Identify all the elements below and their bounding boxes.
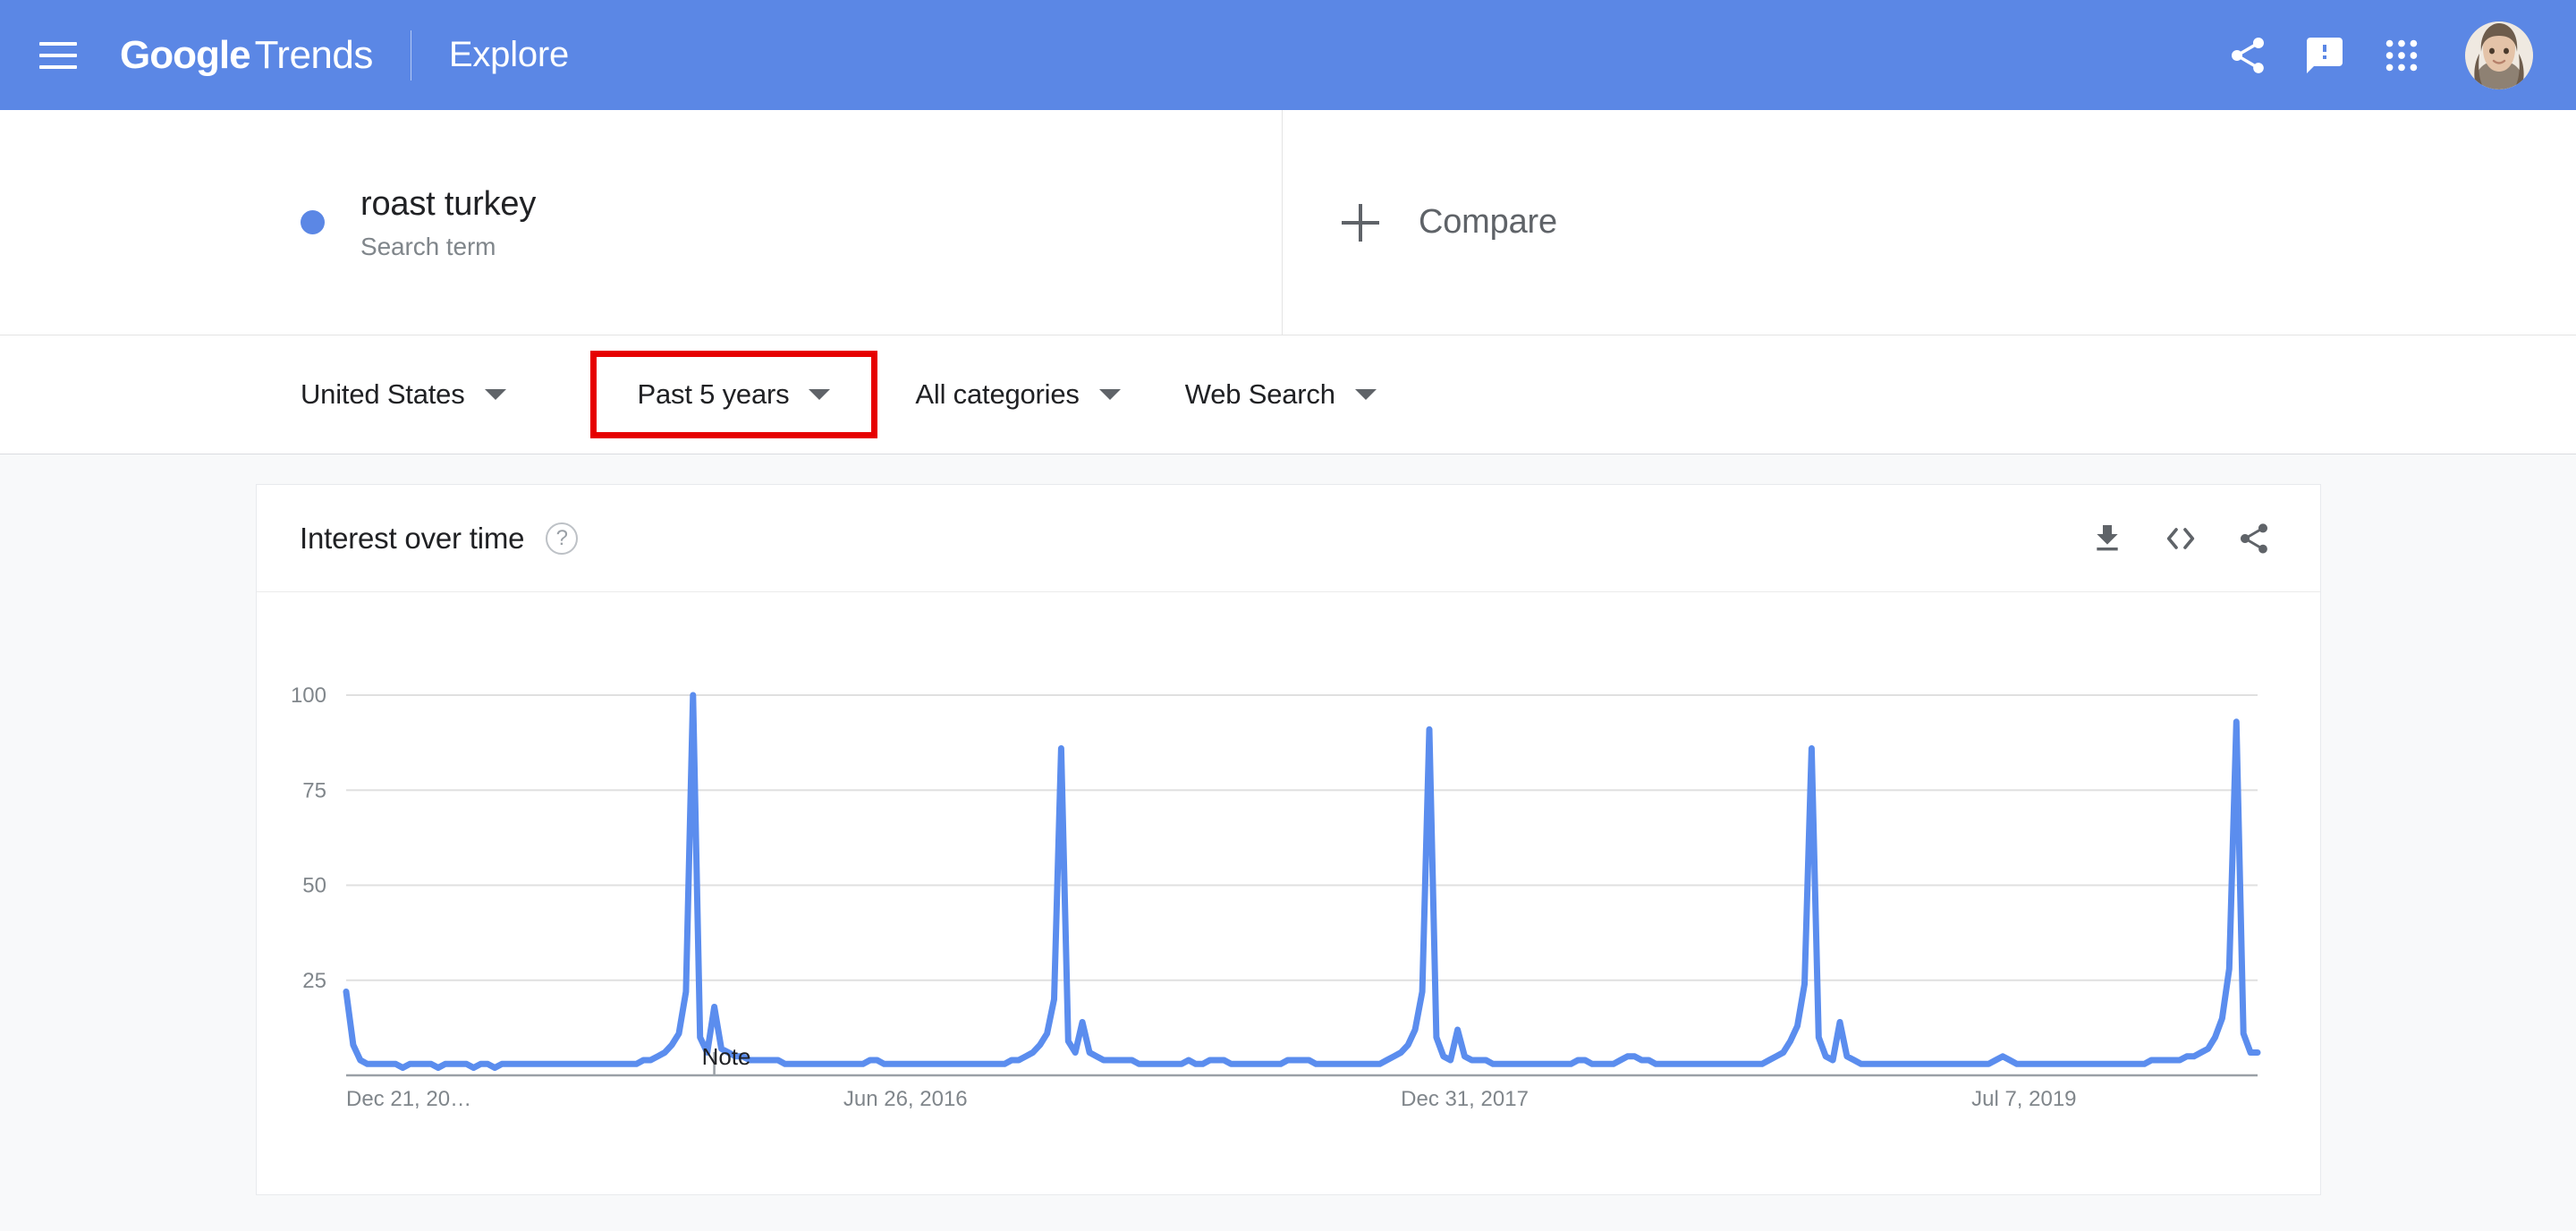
filter-search-type-label: Web Search	[1184, 378, 1335, 410]
chevron-down-icon	[484, 389, 506, 400]
page-body: Interest over time ? 100 75 50 25 Note D…	[0, 454, 2576, 1231]
embed-code-icon[interactable]	[2159, 517, 2202, 560]
filter-category-label: All categories	[915, 378, 1080, 410]
chart-canvas: 100 75 50 25 Note Dec 21, 20… Jun 26, 2016 Dec …	[291, 683, 2261, 1111]
plus-icon	[1342, 203, 1379, 242]
google-trends-logo[interactable]: Google Trends	[120, 32, 374, 77]
filter-search-type[interactable]: Web Search	[1185, 359, 1377, 430]
avatar[interactable]	[2458, 14, 2540, 97]
feedback-icon[interactable]	[2286, 17, 2363, 94]
card-actions	[2086, 517, 2275, 560]
brand-google-text: Google	[120, 32, 251, 77]
filter-location-label: United States	[301, 378, 465, 410]
search-term-chip[interactable]: roast turkey Search term	[256, 110, 1283, 335]
apps-grid-icon[interactable]	[2363, 17, 2440, 94]
share-icon[interactable]	[2233, 517, 2275, 560]
interest-over-time-chart[interactable]: 100 75 50 25 Note Dec 21, 20… Jun 26, 2016 Dec …	[257, 592, 2320, 1194]
chevron-down-icon	[1354, 389, 1377, 400]
top-app-bar: Google Trends Explore	[0, 0, 2576, 110]
filter-time-range[interactable]: Past 5 years	[589, 351, 878, 438]
y-axis-tick-label: 25	[302, 969, 326, 993]
y-axis-tick-label: 50	[302, 874, 326, 898]
hamburger-menu-icon[interactable]	[39, 35, 80, 76]
y-axis-tick-label: 75	[302, 778, 326, 802]
filter-location[interactable]: United States	[301, 359, 506, 430]
chevron-down-icon	[809, 389, 831, 400]
download-icon[interactable]	[2086, 517, 2129, 560]
filter-time-range-label: Past 5 years	[637, 378, 790, 410]
explore-link[interactable]: Explore	[449, 35, 569, 75]
search-term-type: Search term	[360, 233, 496, 261]
chart-series-line	[343, 692, 2261, 1071]
interest-over-time-card: Interest over time ? 100 75 50 25 Note D…	[256, 484, 2321, 1195]
search-term-label: roast turkey	[360, 184, 537, 223]
card-title: Interest over time	[300, 521, 525, 555]
help-circle-icon[interactable]: ?	[546, 522, 579, 555]
add-compare-button[interactable]: Compare	[1283, 110, 2576, 335]
chart-annotation-label[interactable]: Note	[702, 1043, 751, 1070]
avatar-image	[2465, 21, 2533, 89]
search-term-row: roast turkey Search term Compare	[0, 110, 2576, 335]
x-axis-tick-label: Jul 7, 2019	[1971, 1087, 2076, 1111]
filter-category[interactable]: All categories	[915, 359, 1121, 430]
card-header: Interest over time ?	[257, 485, 2320, 592]
appbar-actions	[2209, 14, 2540, 97]
share-icon[interactable]	[2209, 17, 2286, 94]
x-axis-tick-label: Dec 31, 2017	[1401, 1087, 1529, 1111]
y-axis-tick-label: 100	[291, 683, 326, 708]
filter-bar: United States Past 5 years All categorie…	[0, 335, 2576, 454]
search-term-texts: roast turkey Search term	[360, 183, 536, 262]
x-axis-tick-label: Jun 26, 2016	[843, 1087, 968, 1111]
chevron-down-icon	[1098, 389, 1121, 400]
series-color-dot	[301, 210, 325, 234]
x-axis-tick-label: Dec 21, 20…	[346, 1087, 471, 1111]
compare-label: Compare	[1419, 203, 1557, 241]
brand-trends-text: Trends	[254, 32, 374, 77]
